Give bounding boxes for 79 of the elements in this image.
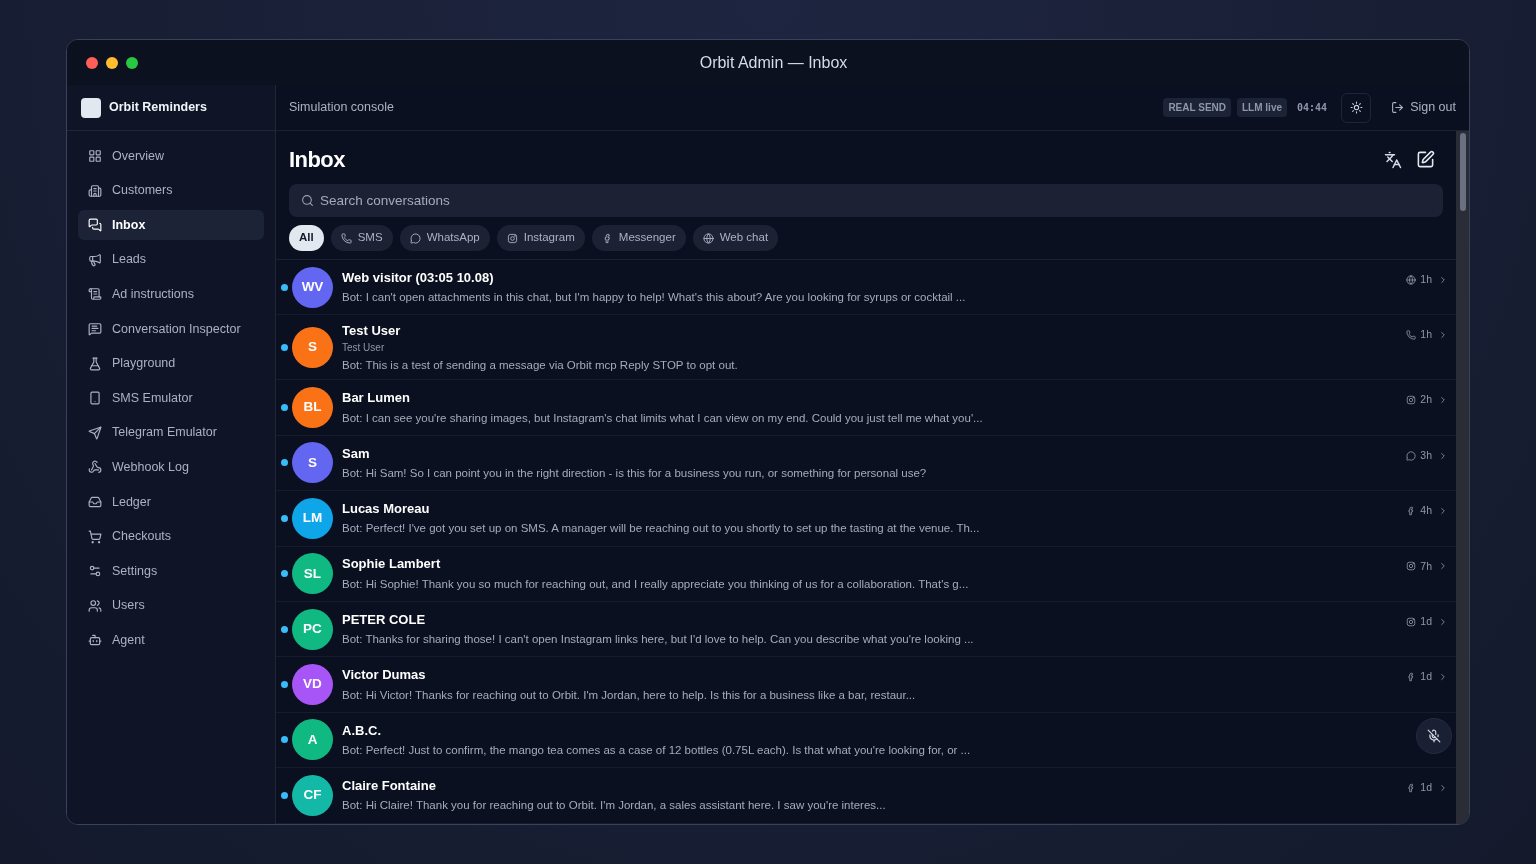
time-label: 1h [1420,272,1432,287]
conversation-row[interactable]: PC PETER COLE Bot: Thanks for sharing those! I can't open Instagram links here, but I'd love to help. Can you describe what you're looking ... 1d [276,601,1456,658]
message-preview: Bot: Thanks for sharing those! I can't open Instagram links here, but I'd love to help. Can you describe what you're looking ... [342,632,975,648]
message-preview: Bot: This is a test of sending a message via Orbit mcp Reply STOP to opt out. [342,358,739,373]
avatar: SL [292,553,333,595]
sidebar-item[interactable]: Agent [78,625,264,656]
filter-chip[interactable]: SMS [330,225,393,251]
console-title: Simulation console [289,99,394,117]
avatar: WV [292,266,333,308]
sidebar-item[interactable]: SMS Emulator [78,383,264,414]
time-label: 2h [1420,392,1432,408]
avatar: A [292,719,333,761]
sidebar-item[interactable]: Settings [78,556,264,587]
timer: 04:44 [1297,101,1328,115]
message-preview: Bot: Hi Claire! Thank you for reaching out to Orbit. I'm Jordan, a sales assistant here. I saw you're interes... [342,798,887,814]
contact-name: Web visitor (03:05 10.08) [342,268,495,287]
search-field[interactable]: Search conversations [289,184,1443,217]
contact-name: Test User [342,321,402,340]
message-preview: Bot: Hi Sam! So I can point you in the right direction - is this for a business you run, or something for personal use? [342,466,928,482]
sidebar-item[interactable]: Ledger [78,486,264,517]
avatar: PC [292,608,333,650]
contact-subtitle: Test User [342,341,386,355]
status-badge: REAL SEND [1163,98,1231,117]
time-label: 7h [1420,558,1432,574]
time-label: 1d [1420,669,1432,685]
conversation-row[interactable]: CF Claire Fontaine Bot: Hi Claire! Thank you for reaching out to Orbit. I'm Jordan, a sales assistant here. I saw you're interes... 1d [276,768,1456,824]
message-preview: Bot: Perfect! Just to confirm, the mango tea comes as a case of 12 bottles (0.75L each). Is that what you're looking for, or ... [342,743,972,759]
brand-name: Orbit Reminders [109,99,207,117]
avatar: LM [292,497,333,539]
contact-name: Claire Fontaine [342,776,437,795]
message-preview: Bot: I can't open attachments in this chat, but I'm happy to help! What's this about? Are you looking for syrups or cocktail ... [342,290,967,306]
filter-chip[interactable]: All [289,225,324,251]
sidebar-item[interactable]: Leads [78,244,264,275]
avatar: CF [292,774,333,816]
contact-name: Sophie Lambert [342,555,442,574]
sidebar-item[interactable]: Users [78,590,264,621]
message-preview: Bot: Hi Sophie! Thank you so much for reaching out, and I really appreciate you thinking of us for a collaboration. That's g... [342,576,970,592]
sidebar-item[interactable]: Webhook Log [78,452,264,483]
contact-name: Bar Lumen [342,389,411,408]
sign-out-button[interactable]: Sign out [1391,98,1456,117]
sidebar-item[interactable]: Customers [78,175,264,206]
sidebar-item[interactable]: Inbox [78,210,264,241]
contact-name: PETER COLE [342,610,427,629]
message-preview: Bot: Perfect! I've got you set up on SMS. A manager will be reaching out to you shortly to set up the tasting at the venue. Th... [342,521,981,537]
filter-chip[interactable]: WhatsApp [399,225,490,251]
message-preview: Bot: Hi Victor! Thanks for reaching out to Orbit. I'm Jordan, here to help. Is this for a business like a bar, restaur... [342,687,917,703]
status-badge: LLM live [1237,98,1287,117]
conversation-row[interactable]: BL Bar Lumen Bot: I can see you're sharing images, but Instagram's chat limits what I can view on my end. Could you just tell me what you'... 2h [276,380,1456,436]
conversation-row[interactable]: VD Victor Dumas Bot: Hi Victor! Thanks for reaching out to Orbit. I'm Jordan, here to help. Is this for a business like a bar, restaur... 1d [276,657,1456,713]
time-label: 1d [1420,780,1432,796]
filter-chip[interactable]: Messenger [591,225,686,251]
conversation-row[interactable]: SL Sophie Lambert Bot: Hi Sophie! Thank you so much for reaching out, and I really appreciate you thinking of us for a collaboration. That's g... 7h [276,546,1456,602]
message-preview: Bot: I can see you're sharing images, but Instagram's chat limits what I can view on my end. Could you just tell me what you'... [342,410,984,426]
filter-chip[interactable]: Web chat [692,225,779,251]
avatar: S [292,442,333,484]
contact-name: A.B.C. [342,721,382,740]
filter-chip[interactable]: Instagram [496,225,585,251]
contact-name: Sam [342,444,371,463]
time-label: 1d [1420,613,1432,629]
time-label: 3h [1420,447,1432,463]
avatar: BL [292,387,333,429]
sidebar-item[interactable]: Ad instructions [78,279,264,310]
conversation-row[interactable]: S Test User Test User Bot: This is a test of sending a message via Orbit mcp Reply STOP to opt out. 1h [276,315,1456,381]
sidebar-item[interactable]: Overview [78,141,264,171]
avatar: VD [292,664,333,706]
window-title: Orbit Admin — Inbox [699,52,848,73]
sidebar-item[interactable]: Playground [78,348,264,379]
contact-name: Victor Dumas [342,666,427,685]
sidebar-item[interactable]: Checkouts [78,521,264,552]
conversation-row[interactable]: S Sam Bot: Hi Sam! So I can point you in the right direction - is this for a business you run, or something for personal use? 3h [276,435,1456,492]
time-label: 4h [1420,503,1432,519]
page-title: Inbox [289,146,345,174]
contact-name: Lucas Moreau [342,500,431,518]
time-label: 1h [1420,327,1432,343]
conversation-row[interactable]: LM Lucas Moreau Bot: Perfect! I've got you set up on SMS. A manager will be reaching out to you shortly to set up the tasting at the venue. Th... 4h [276,491,1456,547]
avatar: S [292,326,333,368]
sidebar-item[interactable]: Conversation Inspector [78,313,264,344]
conversation-row[interactable]: WV Web visitor (03:05 10.08) Bot: I can't open attachments in this chat, but I'm happy to help! What's this about? Are you looking for syrups or cocktail ... 1h [276,260,1456,316]
sidebar-item[interactable]: Telegram Emulator [78,417,264,448]
